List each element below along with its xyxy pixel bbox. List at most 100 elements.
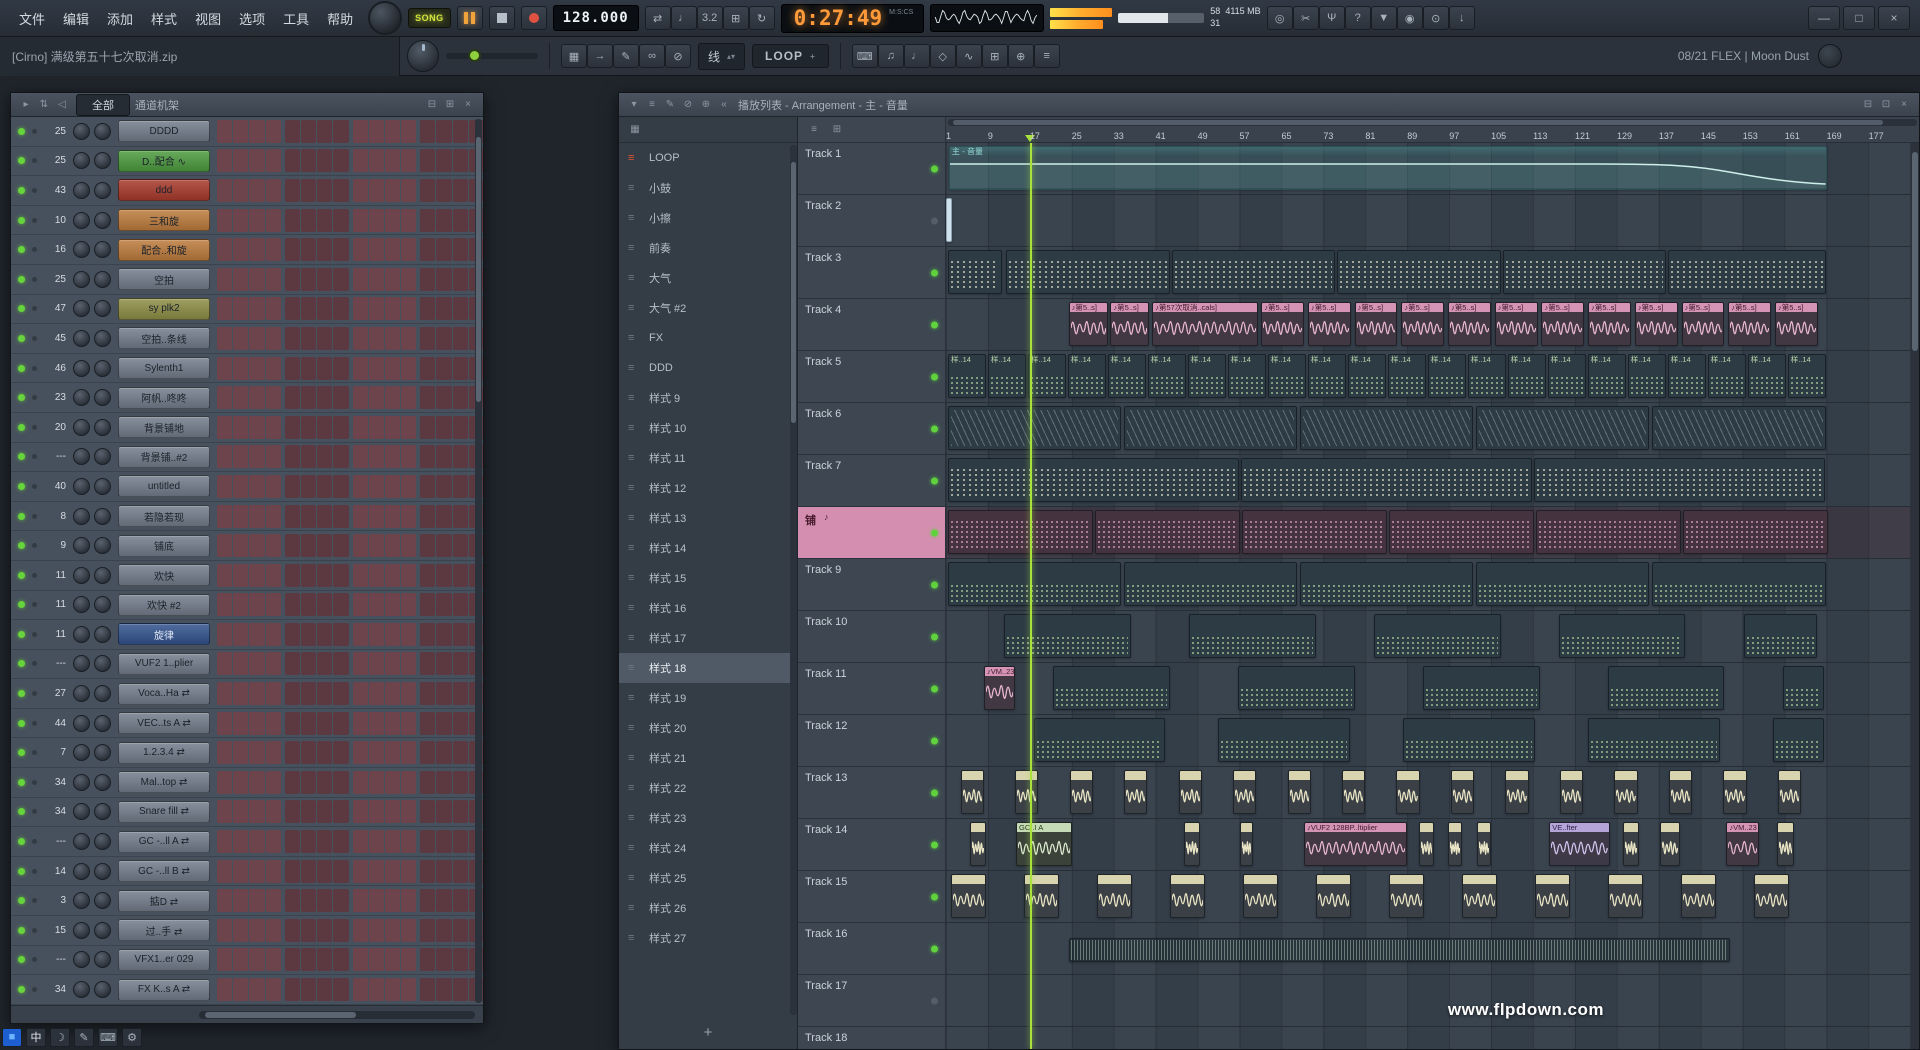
- step-cell[interactable]: [453, 948, 468, 971]
- channel-enable-led[interactable]: [18, 246, 25, 253]
- step-cell[interactable]: [233, 357, 248, 380]
- channel-button[interactable]: Mal..top ⇄: [118, 771, 210, 793]
- channel-button[interactable]: 三和旋: [118, 209, 210, 231]
- channel-button[interactable]: 空拍..条线: [118, 327, 210, 349]
- playlist-clip[interactable]: [1448, 822, 1462, 866]
- step-cell[interactable]: [369, 593, 384, 616]
- step-cell[interactable]: [285, 357, 300, 380]
- step-cell[interactable]: [266, 771, 281, 794]
- playlist-clip[interactable]: [1069, 938, 1731, 962]
- channel-volume-knob[interactable]: [94, 537, 111, 554]
- playlist-clip[interactable]: [1124, 770, 1147, 814]
- playlist-clip[interactable]: 样..14: [1788, 354, 1826, 398]
- download-icon[interactable]: ↓: [1449, 6, 1475, 30]
- step-cell[interactable]: [266, 534, 281, 557]
- channel-enable-led[interactable]: [18, 394, 25, 401]
- step-cell[interactable]: [385, 416, 400, 439]
- step-cell[interactable]: [401, 564, 416, 587]
- step-cell[interactable]: [453, 712, 468, 735]
- step-cell[interactable]: [317, 860, 332, 883]
- channel-volume-knob[interactable]: [94, 152, 111, 169]
- channel-enable-led[interactable]: [18, 365, 25, 372]
- step-cell[interactable]: [453, 741, 468, 764]
- step-cell[interactable]: [353, 268, 368, 291]
- metronome2-icon[interactable]: ♩: [904, 44, 930, 68]
- step-cell[interactable]: [217, 268, 232, 291]
- step-cell[interactable]: [385, 771, 400, 794]
- track-mute-led[interactable]: [931, 529, 938, 536]
- playlist-clip[interactable]: [1337, 250, 1500, 294]
- rack-vertical-scrollbar[interactable]: [475, 119, 482, 1003]
- step-cell[interactable]: [401, 741, 416, 764]
- step-cell[interactable]: [333, 741, 348, 764]
- channel-volume-knob[interactable]: [94, 182, 111, 199]
- channel-pan-knob[interactable]: [73, 981, 90, 998]
- step-cell[interactable]: [436, 948, 451, 971]
- step-cell[interactable]: [301, 564, 316, 587]
- step-cell[interactable]: [233, 771, 248, 794]
- step-cell[interactable]: [249, 978, 264, 1001]
- step-cell[interactable]: [420, 297, 435, 320]
- step-cell[interactable]: [333, 149, 348, 172]
- step-cell[interactable]: [301, 593, 316, 616]
- step-cell[interactable]: [353, 741, 368, 764]
- pattern-item[interactable]: ≡小鼓: [619, 173, 797, 203]
- track-lane[interactable]: 主 - 音量: [946, 143, 1919, 195]
- step-cell[interactable]: [436, 593, 451, 616]
- step-cell[interactable]: [353, 534, 368, 557]
- playlist-clip[interactable]: [1476, 562, 1649, 606]
- channel-pan-knob[interactable]: [73, 655, 90, 672]
- step-cell[interactable]: [369, 860, 384, 883]
- step-cell[interactable]: [233, 179, 248, 202]
- step-cell[interactable]: [233, 209, 248, 232]
- track-header[interactable]: Track 15: [798, 871, 946, 923]
- step-cell[interactable]: [317, 327, 332, 350]
- step-cell[interactable]: [353, 712, 368, 735]
- playlist-clip[interactable]: [946, 198, 952, 242]
- playlist-clip[interactable]: [1240, 822, 1254, 866]
- step-cell[interactable]: [401, 505, 416, 528]
- step-cell[interactable]: [266, 475, 281, 498]
- step-cell[interactable]: [285, 179, 300, 202]
- step-cell[interactable]: [285, 682, 300, 705]
- channel-pan-knob[interactable]: [73, 685, 90, 702]
- step-cell[interactable]: [401, 771, 416, 794]
- playlist-clip[interactable]: [1505, 770, 1528, 814]
- step-cell[interactable]: [333, 297, 348, 320]
- playlist-clip[interactable]: [961, 770, 984, 814]
- step-cell[interactable]: [266, 889, 281, 912]
- step-cell[interactable]: [249, 860, 264, 883]
- step-cell[interactable]: [285, 297, 300, 320]
- channel-select-led[interactable]: [32, 661, 37, 666]
- pattern-item[interactable]: ≡样式 27: [619, 923, 797, 953]
- playlist-clip[interactable]: [1184, 822, 1200, 866]
- step-cell[interactable]: [333, 593, 348, 616]
- step-cell[interactable]: [217, 741, 232, 764]
- playlist-clip[interactable]: 样..14: [1028, 354, 1066, 398]
- playlist-clip[interactable]: [1669, 770, 1692, 814]
- collapse-icon[interactable]: ▸: [17, 97, 35, 113]
- step-cell[interactable]: [420, 386, 435, 409]
- channel-enable-led[interactable]: [18, 956, 25, 963]
- step-cell[interactable]: [285, 623, 300, 646]
- time-display[interactable]: 0:27:49 M:S:CS: [781, 4, 925, 33]
- playlist-clip[interactable]: [1070, 770, 1093, 814]
- step-cell[interactable]: [233, 416, 248, 439]
- track-mute-led[interactable]: [931, 841, 938, 848]
- playlist-clip[interactable]: [948, 458, 1239, 502]
- step-cell[interactable]: [317, 297, 332, 320]
- step-cell[interactable]: [401, 386, 416, 409]
- step-cell[interactable]: [217, 445, 232, 468]
- step-cell[interactable]: [420, 357, 435, 380]
- step-cell[interactable]: [333, 800, 348, 823]
- channel-button[interactable]: D..配合 ∿: [118, 150, 210, 172]
- step-cell[interactable]: [353, 652, 368, 675]
- step-cell[interactable]: [301, 505, 316, 528]
- channel-enable-led[interactable]: [18, 128, 25, 135]
- macro-icon[interactable]: ≡: [1034, 44, 1060, 68]
- mouse-wheel-icon[interactable]: ◉: [1397, 6, 1423, 30]
- channel-enable-led[interactable]: [18, 897, 25, 904]
- track-header[interactable]: Track 16: [798, 923, 946, 975]
- playlist-clip[interactable]: [1170, 874, 1205, 918]
- channel-button[interactable]: VEC..ts A ⇄: [118, 712, 210, 734]
